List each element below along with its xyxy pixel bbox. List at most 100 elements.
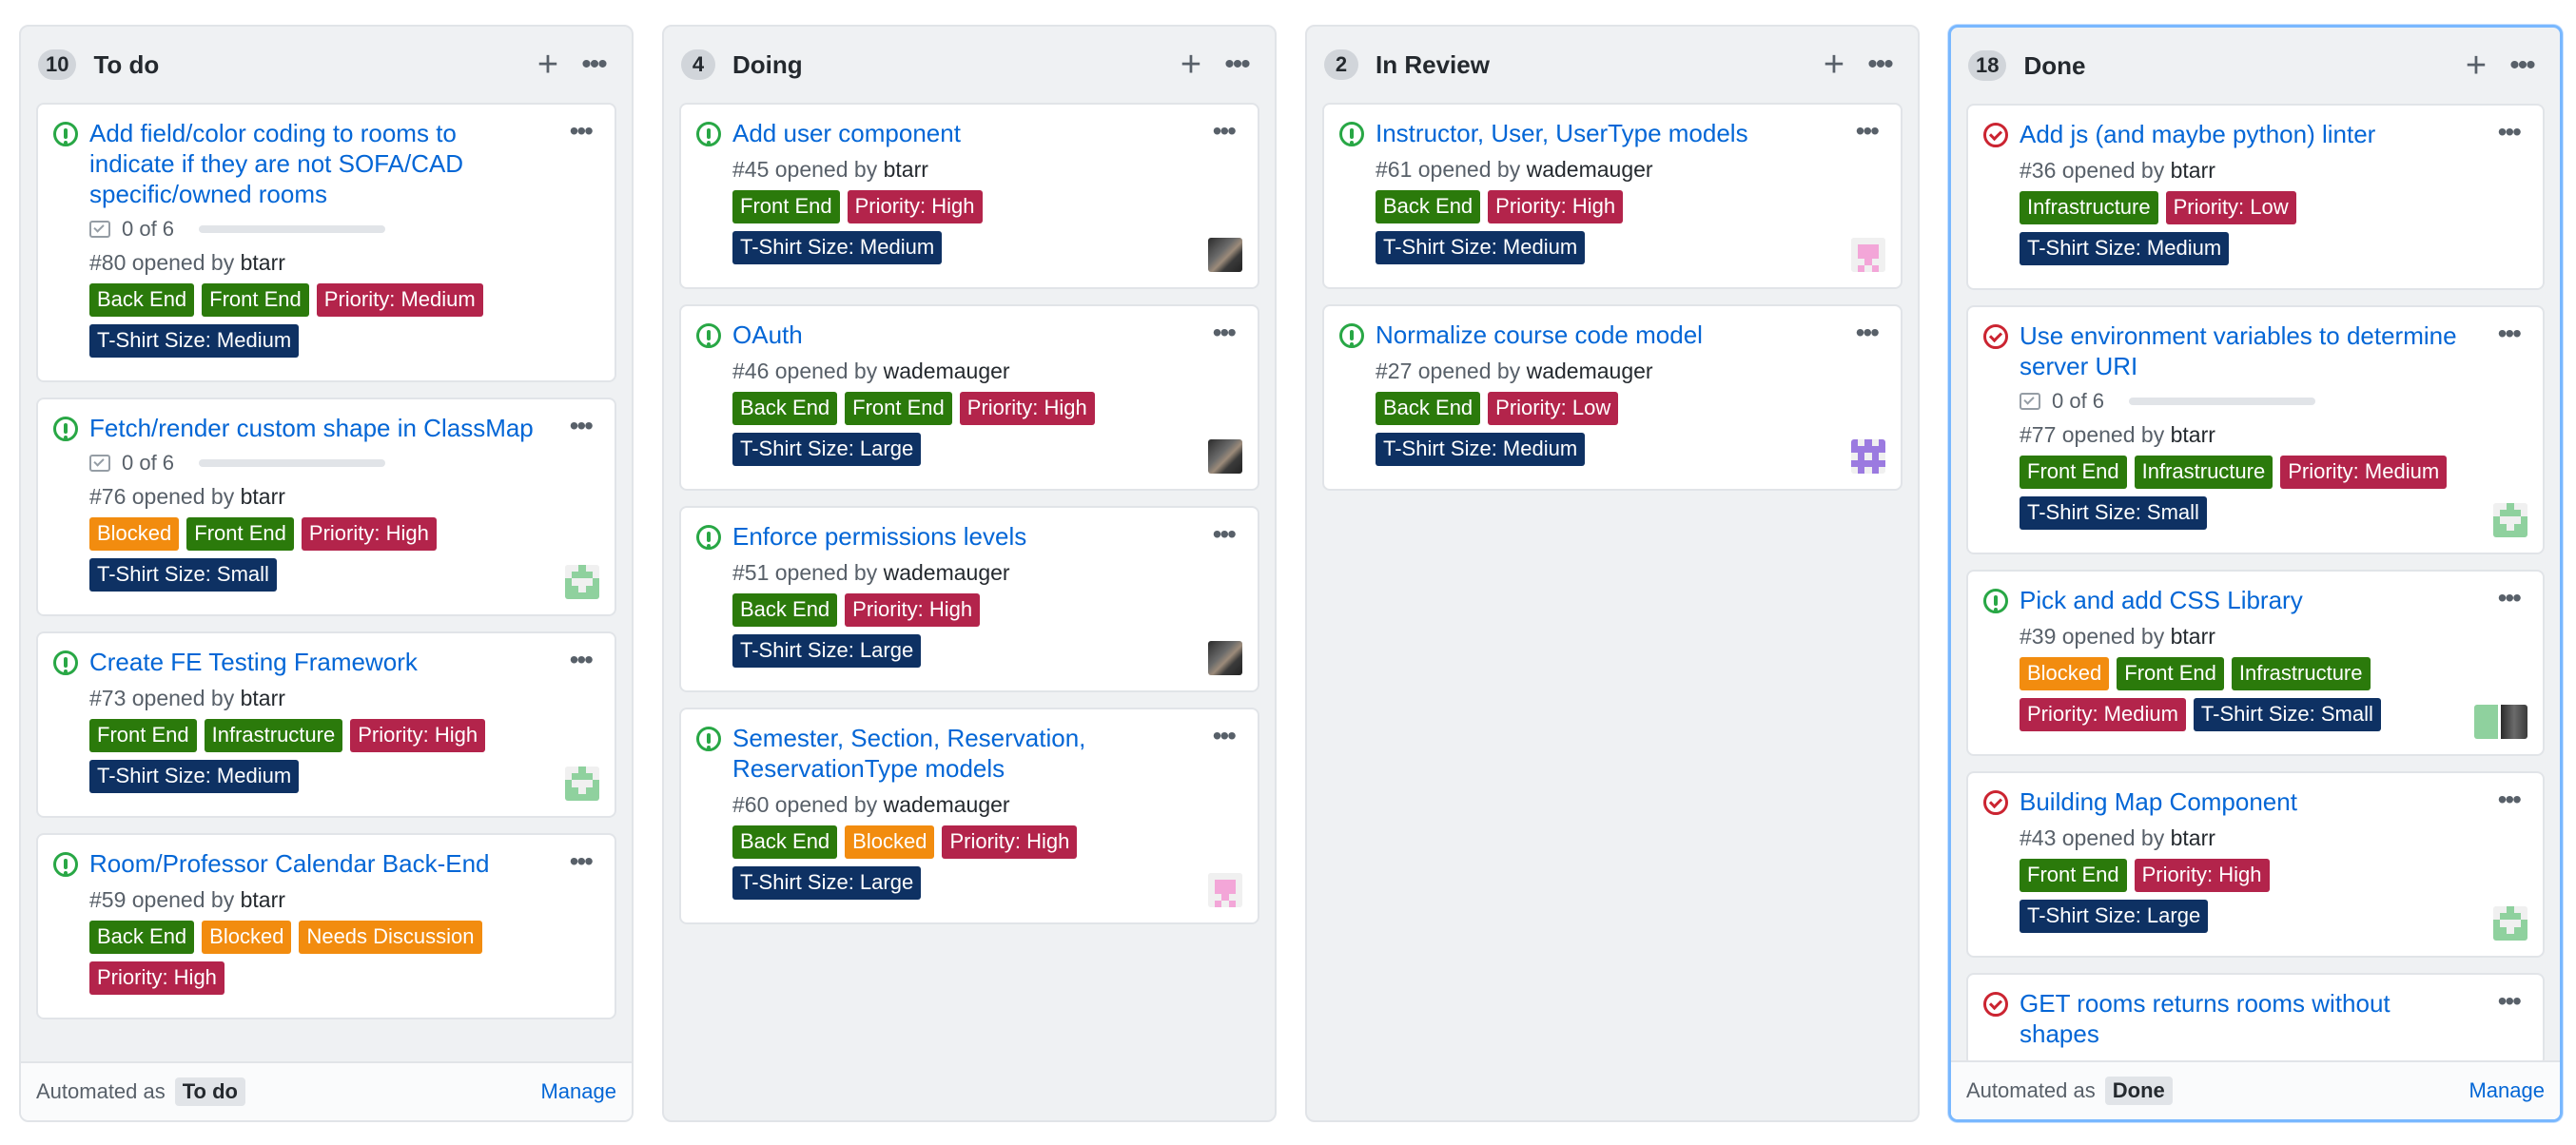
issue-author[interactable]: wademauger bbox=[884, 792, 1010, 817]
issue-author[interactable]: btarr bbox=[2171, 158, 2215, 183]
label-badge[interactable]: Blocked bbox=[202, 921, 292, 954]
issue-card[interactable]: ••• Use environment variables to determin… bbox=[1966, 305, 2545, 554]
avatar[interactable] bbox=[2493, 503, 2527, 537]
label-badge[interactable]: T-Shirt Size: Medium bbox=[89, 324, 300, 358]
label-badge[interactable]: Needs Discussion bbox=[299, 921, 482, 954]
kebab-icon[interactable]: ••• bbox=[2498, 785, 2522, 815]
issue-author[interactable]: btarr bbox=[2171, 624, 2215, 649]
label-badge[interactable]: T-Shirt Size: Small bbox=[2193, 698, 2381, 731]
label-badge[interactable]: Priority: High bbox=[845, 593, 981, 627]
kebab-icon[interactable]: ••• bbox=[2498, 319, 2522, 349]
issue-card[interactable]: ••• OAuth #46 opened by wademauger Back End… bbox=[679, 304, 1259, 491]
kebab-icon[interactable]: ••• bbox=[1856, 318, 1880, 348]
manage-link[interactable]: Manage bbox=[540, 1079, 616, 1104]
issue-title-link[interactable]: Pick and add CSS Library bbox=[2020, 585, 2524, 615]
label-badge[interactable]: Front End bbox=[89, 719, 197, 752]
issue-title-link[interactable]: Fetch/render custom shape in ClassMap bbox=[89, 413, 595, 443]
issue-title-link[interactable]: Add user component bbox=[732, 118, 1239, 148]
kebab-icon[interactable]: ••• bbox=[570, 411, 594, 441]
issue-card[interactable]: ••• Semester, Section, Reservation, Reser… bbox=[679, 708, 1259, 924]
label-badge[interactable]: T-Shirt Size: Small bbox=[2020, 496, 2207, 530]
label-badge[interactable]: T-Shirt Size: Medium bbox=[89, 760, 300, 793]
label-badge[interactable]: Priority: High bbox=[2134, 859, 2270, 892]
issue-card[interactable]: ••• Pick and add CSS Library #39 opened by… bbox=[1966, 570, 2545, 756]
label-badge[interactable]: Priority: High bbox=[301, 517, 437, 551]
label-badge[interactable]: T-Shirt Size: Medium bbox=[2020, 232, 2230, 265]
issue-title-link[interactable]: Room/Professor Calendar Back-End bbox=[89, 848, 595, 879]
issue-card[interactable]: ••• Add field/color coding to rooms to in… bbox=[36, 103, 616, 382]
kebab-icon[interactable]: ••• bbox=[1213, 318, 1237, 348]
issue-author[interactable]: btarr bbox=[884, 157, 928, 182]
label-badge[interactable]: Priority: Low bbox=[2165, 191, 2296, 224]
kebab-icon[interactable]: ••• bbox=[2498, 583, 2522, 613]
label-badge[interactable]: Infrastructure bbox=[204, 719, 343, 752]
label-badge[interactable]: Priority: Medium bbox=[2280, 456, 2448, 489]
avatar[interactable] bbox=[565, 767, 599, 801]
kebab-icon[interactable]: ••• bbox=[2501, 51, 2543, 80]
kebab-icon[interactable]: ••• bbox=[570, 116, 594, 146]
issue-title-link[interactable]: Instructor, User, UserType models bbox=[1376, 118, 1882, 148]
label-badge[interactable]: Front End bbox=[732, 190, 840, 223]
label-badge[interactable]: Front End bbox=[2117, 657, 2224, 690]
label-badge[interactable]: T-Shirt Size: Medium bbox=[1376, 231, 1586, 264]
label-badge[interactable]: Priority: High bbox=[350, 719, 486, 752]
avatar[interactable] bbox=[2474, 705, 2527, 739]
kebab-icon[interactable]: ••• bbox=[1213, 721, 1237, 751]
label-badge[interactable]: T-Shirt Size: Medium bbox=[732, 231, 943, 264]
label-badge[interactable]: Back End bbox=[1376, 392, 1481, 425]
label-badge[interactable]: Priority: High bbox=[89, 961, 224, 995]
issue-card[interactable]: ••• Add js (and maybe python) linter #36 o… bbox=[1966, 104, 2545, 290]
label-badge[interactable]: Back End bbox=[732, 593, 838, 627]
kebab-icon[interactable]: ••• bbox=[1213, 519, 1237, 550]
kebab-icon[interactable]: ••• bbox=[1859, 50, 1901, 79]
issue-author[interactable]: btarr bbox=[241, 686, 285, 710]
kebab-icon[interactable]: ••• bbox=[570, 645, 594, 675]
label-badge[interactable]: Front End bbox=[186, 517, 294, 551]
kebab-icon[interactable]: ••• bbox=[2498, 117, 2522, 147]
label-badge[interactable]: Blocked bbox=[89, 517, 180, 551]
label-badge[interactable]: Infrastructure bbox=[2231, 657, 2371, 690]
label-badge[interactable]: T-Shirt Size: Small bbox=[89, 558, 277, 592]
label-badge[interactable]: Priority: High bbox=[847, 190, 983, 223]
label-badge[interactable]: T-Shirt Size: Medium bbox=[1376, 433, 1586, 466]
plus-icon[interactable]: + bbox=[527, 47, 569, 83]
kebab-icon[interactable]: ••• bbox=[570, 846, 594, 877]
issue-title-link[interactable]: Building Map Component bbox=[2020, 786, 2524, 817]
label-badge[interactable]: T-Shirt Size: Large bbox=[732, 866, 922, 900]
issue-card[interactable]: ••• Create FE Testing Framework #73 opened… bbox=[36, 631, 616, 818]
issue-card[interactable]: ••• Room/Professor Calendar Back-End #59 o… bbox=[36, 833, 616, 1019]
avatar[interactable] bbox=[1851, 439, 1885, 474]
issue-author[interactable]: btarr bbox=[241, 484, 285, 509]
issue-title-link[interactable]: Use environment variables to determine s… bbox=[2020, 320, 2524, 381]
plus-icon[interactable]: + bbox=[1170, 47, 1212, 83]
kebab-icon[interactable]: ••• bbox=[573, 50, 615, 79]
issue-title-link[interactable]: OAuth bbox=[732, 320, 1239, 350]
plus-icon[interactable]: + bbox=[1813, 47, 1855, 83]
issue-title-link[interactable]: Enforce permissions levels bbox=[732, 521, 1239, 552]
label-badge[interactable]: Priority: High bbox=[1488, 190, 1624, 223]
label-badge[interactable]: Blocked bbox=[845, 825, 935, 859]
plus-icon[interactable]: + bbox=[2455, 48, 2497, 84]
issue-author[interactable]: wademauger bbox=[1527, 157, 1653, 182]
label-badge[interactable]: Priority: Medium bbox=[316, 283, 483, 317]
issue-author[interactable]: wademauger bbox=[884, 359, 1010, 383]
avatar[interactable] bbox=[1208, 641, 1242, 675]
avatar[interactable] bbox=[1208, 238, 1242, 272]
issue-author[interactable]: btarr bbox=[2171, 825, 2215, 850]
issue-title-link[interactable]: Semester, Section, Reservation, Reservat… bbox=[732, 723, 1239, 784]
issue-card[interactable]: ••• Enforce permissions levels #51 opened … bbox=[679, 506, 1259, 692]
label-badge[interactable]: Priority: Low bbox=[1488, 392, 1619, 425]
kebab-icon[interactable]: ••• bbox=[1216, 50, 1258, 79]
kebab-icon[interactable]: ••• bbox=[1856, 116, 1880, 146]
issue-card[interactable]: ••• Instructor, User, UserType models #61 … bbox=[1322, 103, 1903, 289]
label-badge[interactable]: Blocked bbox=[2020, 657, 2110, 690]
issue-author[interactable]: wademauger bbox=[1527, 359, 1653, 383]
issue-author[interactable]: btarr bbox=[241, 250, 285, 275]
issue-card[interactable]: ••• Add user component #45 opened by btarr… bbox=[679, 103, 1259, 289]
avatar[interactable] bbox=[1851, 238, 1885, 272]
kebab-icon[interactable]: ••• bbox=[1213, 116, 1237, 146]
issue-title-link[interactable]: Normalize course code model bbox=[1376, 320, 1882, 350]
label-badge[interactable]: Front End bbox=[2020, 456, 2127, 489]
label-badge[interactable]: Front End bbox=[202, 283, 309, 317]
avatar[interactable] bbox=[1208, 873, 1242, 907]
